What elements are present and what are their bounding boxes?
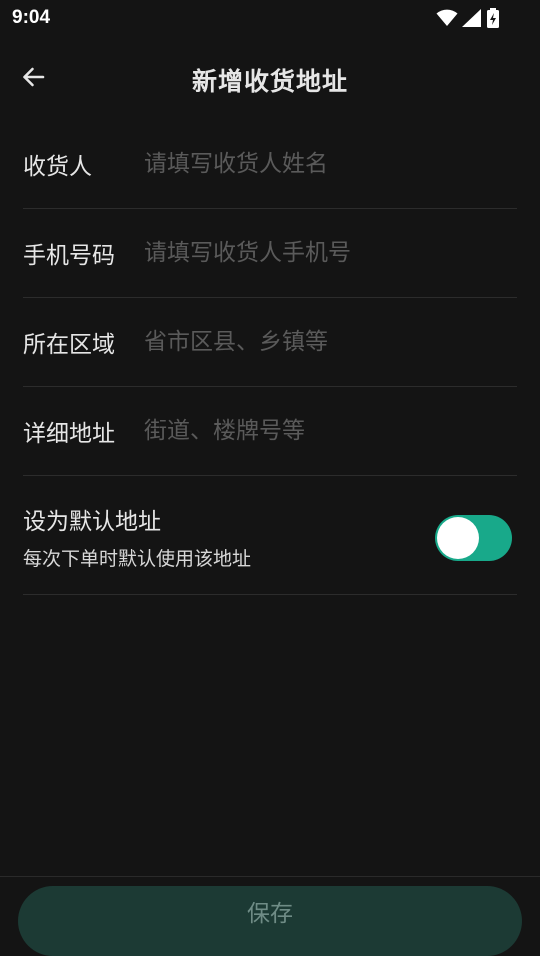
save-button[interactable]: 保存 — [18, 886, 522, 956]
signal-icon — [462, 9, 482, 27]
recipient-label: 收货人 — [23, 154, 92, 180]
region-input[interactable] — [144, 322, 517, 362]
default-address-row: 设为默认地址 每次下单时默认使用该地址 — [23, 476, 517, 595]
toggle-knob — [437, 517, 479, 559]
address-form: 收货人 手机号码 所在区域 详细地址 设为默认地址 每次下单时默认使用该地址 — [23, 120, 517, 595]
default-address-title: 设为默认地址 — [23, 509, 161, 535]
bottom-divider — [0, 876, 540, 877]
battery-charging-icon — [486, 8, 500, 28]
phone-input[interactable] — [144, 233, 517, 273]
detail-address-input[interactable] — [144, 411, 517, 451]
default-address-subtitle: 每次下单时默认使用该地址 — [23, 548, 252, 570]
recipient-row: 收货人 — [23, 120, 517, 209]
region-label: 所在区域 — [23, 332, 115, 358]
wifi-icon — [436, 9, 458, 27]
app-bar: 新增收货地址 — [0, 44, 540, 114]
phone-row: 手机号码 — [23, 209, 517, 298]
region-row[interactable]: 所在区域 — [23, 298, 517, 387]
status-time: 9:04 — [12, 7, 51, 28]
phone-label: 手机号码 — [23, 243, 115, 269]
default-address-toggle[interactable] — [435, 515, 512, 561]
status-bar: 9:04 — [0, 0, 540, 36]
detail-label: 详细地址 — [23, 421, 115, 447]
page-title: 新增收货地址 — [191, 67, 348, 96]
status-icons — [436, 8, 500, 28]
recipient-input[interactable] — [144, 144, 517, 184]
detail-row: 详细地址 — [23, 387, 517, 476]
